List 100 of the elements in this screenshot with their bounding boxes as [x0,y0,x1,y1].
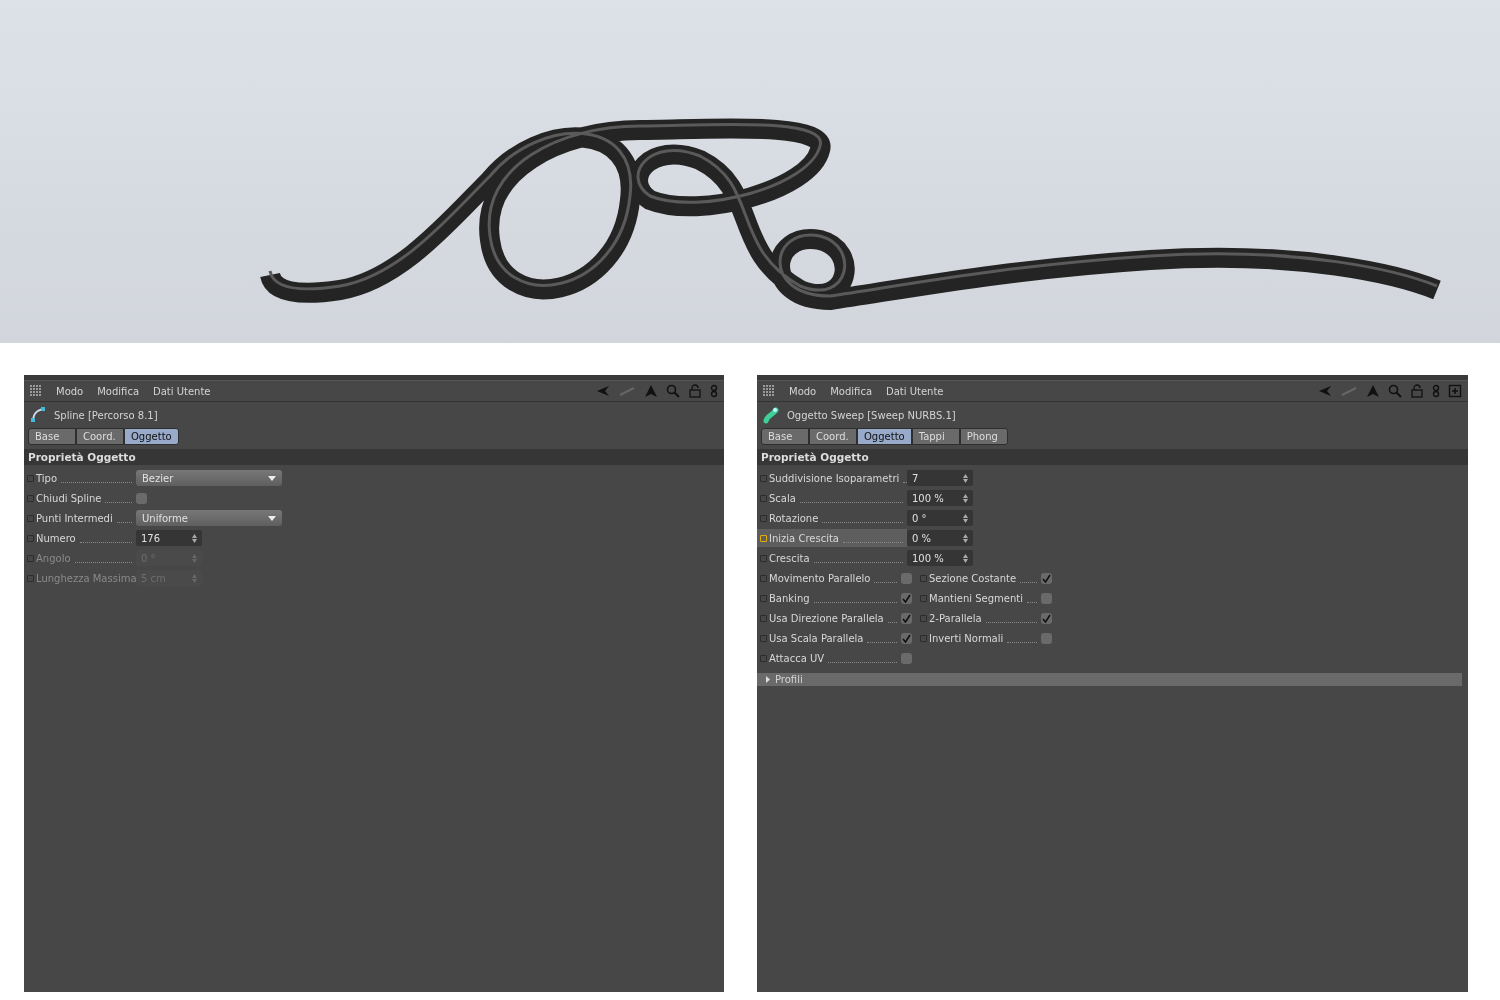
menu-item[interactable]: Modo [56,385,84,397]
spinner-icon [192,533,197,543]
checkbox[interactable] [1041,572,1052,584]
spinner-icon [963,533,968,543]
back-arrow-icon[interactable] [596,384,610,398]
field-label: Sezione Costante [929,572,1017,584]
keyframe-icon[interactable] [760,614,767,622]
number-field[interactable]: 0 ° [907,510,973,526]
chain-icon[interactable] [1432,384,1440,398]
lock-icon[interactable] [1410,384,1424,398]
spinner-icon [192,573,197,583]
caret-icon [268,515,276,521]
field-label: Punti Intermedi [36,512,113,524]
number-field[interactable]: 100 % [907,490,973,506]
keyframe-icon[interactable] [760,474,767,482]
keyframe-icon[interactable] [27,494,34,502]
spinner-icon [192,553,197,563]
checkbox[interactable] [901,612,912,624]
dropdown[interactable]: Bezier [136,470,282,486]
menu-item[interactable]: Modifica [830,385,872,397]
section-header: Proprietà Oggetto [757,449,1468,465]
checkbox[interactable] [901,652,912,664]
keyframe-icon[interactable] [920,634,927,642]
field-label: Lunghezza Massima [36,572,137,584]
check-icon [1042,573,1051,583]
field-label: Movimento Parallelo [769,572,871,584]
field-label: Numero [36,532,76,544]
keyframe-icon[interactable] [760,514,767,522]
chain-icon[interactable] [710,384,718,398]
keyframe-icon[interactable] [760,554,767,562]
keyframe-icon[interactable] [760,494,767,502]
checkbox[interactable] [901,572,912,584]
up-arrow-icon[interactable] [1366,384,1380,398]
new-panel-icon[interactable] [1448,384,1462,398]
checkbox[interactable] [1041,632,1052,644]
field-label: Attacca UV [769,652,825,664]
tab[interactable]: Oggetto [124,428,179,445]
caret-icon [268,475,276,481]
field-label: Suddivisione Isoparametri [769,472,900,484]
field-label: Mantieni Segmenti [929,592,1024,604]
checkbox[interactable] [1041,612,1052,624]
search-icon[interactable] [1388,384,1402,398]
checkbox[interactable] [901,632,912,644]
number-field[interactable]: 7 [907,470,973,486]
keyframe-icon[interactable] [760,634,767,642]
grip-icon[interactable] [30,385,42,397]
tab[interactable]: Coord. [809,428,857,445]
field-label: Inverti Normali [929,632,1004,644]
lock-icon[interactable] [688,384,702,398]
section-header: Proprietà Oggetto [24,449,724,465]
menu-item[interactable]: Modifica [97,385,139,397]
field-label: Usa Direzione Parallela [769,612,884,624]
keyframe-icon[interactable] [760,534,767,542]
field-label: Inizia Crescita [769,532,839,544]
number-field[interactable]: 100 % [907,550,973,566]
field-label: Tipo [36,472,58,484]
spinner-icon [963,553,968,563]
field-label: 2-Parallela [929,612,982,624]
number-field[interactable]: 176 [136,530,202,546]
checkbox[interactable] [136,492,147,504]
tab[interactable]: Tappi [911,428,960,445]
field-label: Rotazione [769,512,819,524]
tab[interactable]: Oggetto [857,428,912,445]
keyframe-icon[interactable] [27,474,34,482]
menu-item[interactable]: Dati Utente [153,385,211,397]
keyframe-icon[interactable] [760,574,767,582]
keyframe-icon[interactable] [920,614,927,622]
menu-item[interactable]: Dati Utente [886,385,944,397]
keyframe-icon[interactable] [760,594,767,602]
checkbox[interactable] [1041,592,1052,604]
field-label: Usa Scala Parallela [769,632,864,644]
field-label: Scala [769,492,796,504]
group-header[interactable]: Profili [757,673,1462,686]
menu-item[interactable]: Modo [789,385,817,397]
dropdown[interactable]: Uniforme [136,510,282,526]
tab[interactable]: Coord. [76,428,124,445]
keyframe-icon[interactable] [27,514,34,522]
spinner-icon [963,493,968,503]
grip-icon[interactable] [763,385,775,397]
check-icon [1042,613,1051,623]
back-arrow-icon[interactable] [1318,384,1332,398]
keyframe-icon[interactable] [760,654,767,662]
checkbox[interactable] [901,592,912,604]
number-field[interactable]: 0 % [907,530,973,546]
up-arrow-icon[interactable] [644,384,658,398]
forward-line-icon[interactable] [1340,384,1358,398]
field-label: Chiudi Spline [36,492,102,504]
tab[interactable]: Base [761,428,809,445]
keyframe-icon[interactable] [920,594,927,602]
field-label: Banking [769,592,810,604]
tab[interactable]: Base [28,428,76,445]
spinner-icon [963,473,968,483]
field-label: Crescita [769,552,810,564]
keyframe-icon[interactable] [920,574,927,582]
spinner-icon [963,513,968,523]
tab[interactable]: Phong [959,428,1008,445]
keyframe-icon[interactable] [27,534,34,542]
search-icon[interactable] [666,384,680,398]
field-label: Angolo [36,552,71,564]
forward-line-icon[interactable] [618,384,636,398]
